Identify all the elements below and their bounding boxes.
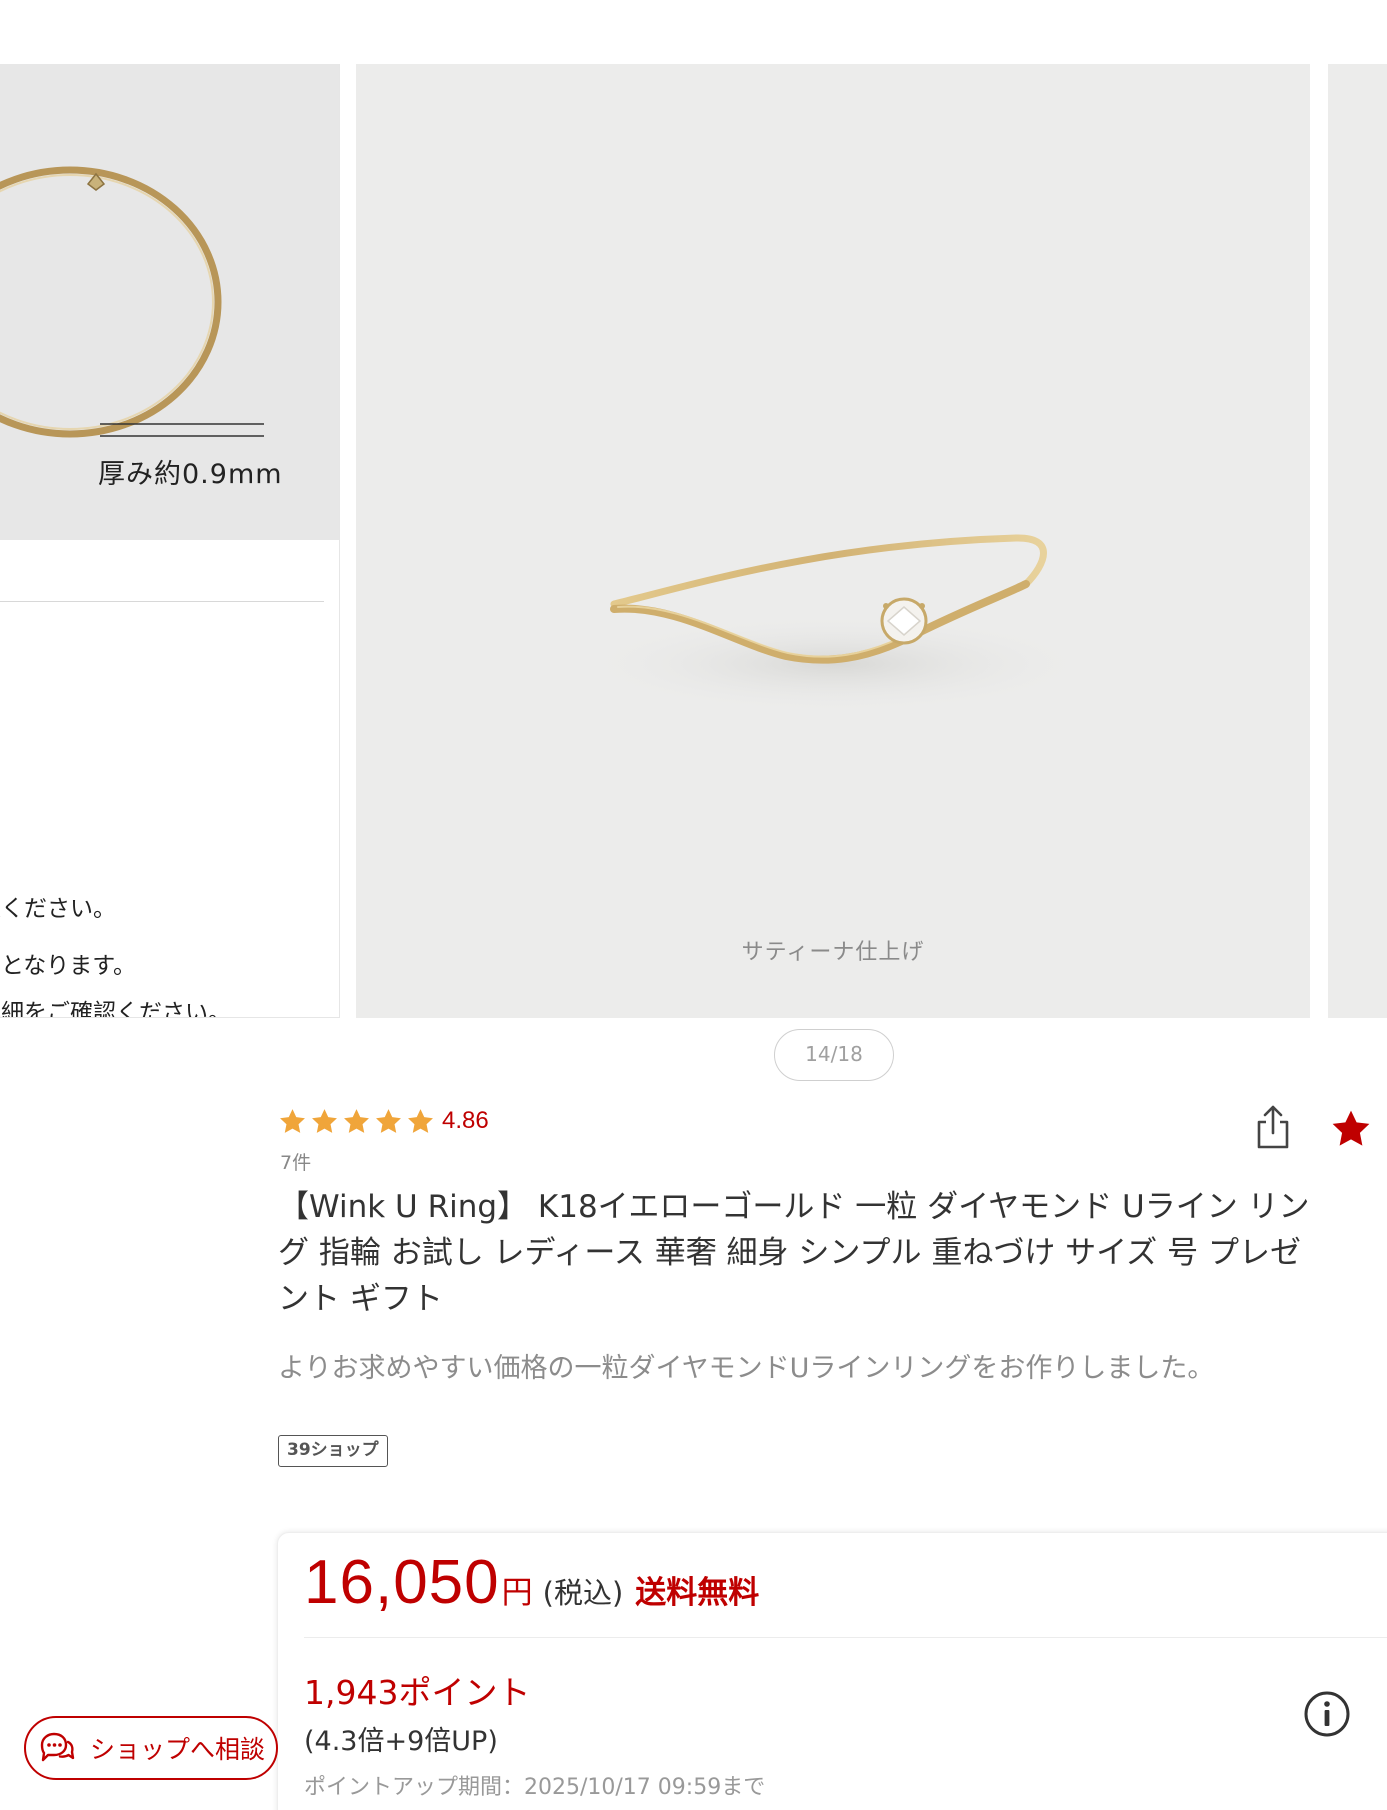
points-multiplier: (4.3倍+9倍UP) <box>304 1726 498 1757</box>
star-icon <box>408 1108 433 1133</box>
divider <box>304 1637 1387 1638</box>
prev-slide-text-line: 談ください。 <box>0 896 116 922</box>
carousel-slide-next[interactable] <box>1328 64 1387 1018</box>
divider <box>0 601 324 602</box>
info-icon[interactable] <box>1302 1689 1352 1739</box>
carousel-page-indicator: 14/18 <box>774 1029 894 1081</box>
shop-consult-button[interactable]: ショップへ相談 <box>24 1716 278 1780</box>
product-title: 【Wink U Ring】 K18イエローゴールド 一粒 ダイヤモンド Uライン… <box>278 1184 1387 1322</box>
price-amount: 16,050 <box>304 1548 500 1617</box>
prev-slide-text-line: 詳細をご確認ください。 <box>0 1000 231 1018</box>
star-icon <box>280 1108 305 1133</box>
rating-summary[interactable]: 4.86 <box>278 1106 489 1136</box>
tax-label: (税込) <box>542 1576 624 1610</box>
catch-copy: よりお求めやすい価格の一粒ダイヤモンドUラインリングをお作りしました。 <box>278 1353 1215 1384</box>
review-count-link[interactable]: 7件 <box>280 1148 311 1175</box>
product-title-line: 【Wink U Ring】 K18イエローゴールド 一粒 ダイヤモンド Uライン… <box>278 1189 1310 1225</box>
rating-value: 4.86 <box>442 1107 489 1134</box>
shop-badge: 39ショップ <box>278 1435 388 1467</box>
price-row: 16,050 円 (税込) 送料無料 <box>304 1547 759 1618</box>
carousel-slide-previous[interactable]: 厚み約0.9mm 談ください。 荷となります。 詳細をご確認ください。 <box>0 64 340 1018</box>
favorite-star-icon[interactable] <box>1329 1108 1373 1150</box>
consult-button-label: ショップへ相談 <box>90 1735 266 1764</box>
ring-product-image <box>576 534 1096 714</box>
slide-caption: サティーナ仕上げ <box>741 940 925 965</box>
carousel-slide-current[interactable]: サティーナ仕上げ <box>356 64 1310 1018</box>
points-amount: 1,943ポイント <box>304 1673 531 1712</box>
star-icon <box>312 1108 337 1133</box>
product-title-line: グ 指輪 お試し レディース 華奢 細身 シンプル 重ねづけ サイズ 号 プレゼ <box>278 1235 1301 1271</box>
ring-thickness-photo: 厚み約0.9mm <box>0 64 339 540</box>
price-card: 16,050 円 (税込) 送料無料 1,943ポイント (4.3倍+9倍UP)… <box>277 1532 1387 1810</box>
thickness-label: 厚み約0.9mm <box>98 459 283 490</box>
product-title-line: ント ギフト <box>278 1281 443 1317</box>
rating-stars <box>278 1107 435 1136</box>
star-icon <box>344 1108 369 1133</box>
free-shipping-label: 送料無料 <box>635 1575 760 1611</box>
prev-slide-text-line: 荷となります。 <box>0 953 137 979</box>
points-period: ポイントアップ期間：2025/10/17 09:59まで <box>304 1775 766 1800</box>
image-carousel[interactable]: 厚み約0.9mm 談ください。 荷となります。 詳細をご確認ください。 <box>0 64 1387 1018</box>
star-icon <box>376 1108 401 1133</box>
price-currency: 円 <box>501 1575 533 1611</box>
share-icon[interactable] <box>1253 1104 1293 1150</box>
chat-icon <box>40 1732 75 1762</box>
